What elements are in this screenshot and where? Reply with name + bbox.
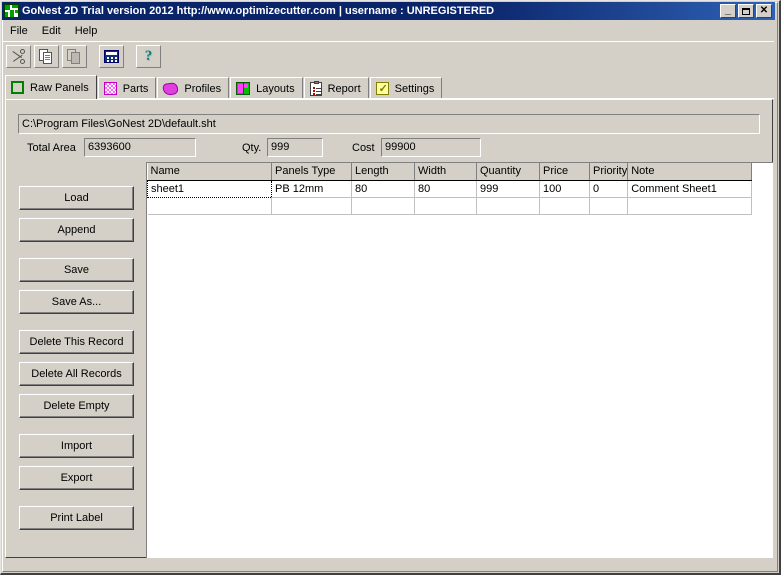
tab-report[interactable]: Report	[303, 77, 369, 99]
summary-row: Total Area 6393600 Qty. 999 Cost 99900	[18, 138, 760, 160]
yellow-checkbox-icon: ✓	[375, 82, 389, 95]
delete-all-records-button[interactable]: Delete All Records	[19, 362, 134, 386]
column-header-width[interactable]: Width	[414, 163, 477, 181]
qty-field[interactable]: 999	[267, 138, 323, 157]
title-bar[interactable]: GoNest 2D Trial version 2012 http://www.…	[2, 2, 775, 20]
column-header-priority[interactable]: Priority	[589, 163, 629, 181]
minimize-button[interactable]: _	[720, 4, 736, 18]
column-header-price[interactable]: Price	[539, 163, 590, 181]
tab-profiles[interactable]: Profiles	[157, 77, 230, 99]
tab-settings-label: Settings	[394, 82, 435, 95]
cell-panels-type[interactable]: PB 12mm	[271, 180, 352, 198]
tab-report-label: Report	[327, 82, 361, 95]
calculator-button[interactable]	[99, 44, 124, 68]
total-area-field[interactable]: 6393600	[84, 138, 196, 157]
load-button[interactable]: Load	[19, 186, 134, 210]
maximize-icon	[739, 5, 753, 17]
tab-raw-panels[interactable]: Raw Panels	[5, 75, 97, 99]
menu-item-file[interactable]: File	[3, 23, 35, 40]
tab-raw-panels-label: Raw Panels	[30, 81, 89, 94]
cell-panels-type[interactable]	[271, 197, 352, 215]
column-header-quantity[interactable]: Quantity	[476, 163, 540, 181]
scissors-icon	[11, 48, 26, 64]
tab-layouts-label: Layouts	[256, 82, 295, 95]
raw-panels-panel: C:\Program Files\GoNest 2D\default.sht T…	[5, 99, 773, 558]
close-icon: ✕	[759, 5, 769, 16]
save-as-button[interactable]: Save As...	[19, 290, 134, 314]
app-grid-icon	[4, 4, 19, 18]
maximize-button[interactable]	[738, 4, 754, 18]
raw-panels-grid[interactable]: Name Panels Type Length Width Quantity P…	[146, 162, 773, 558]
tab-bar: Raw Panels Parts Profiles Layouts Report	[5, 75, 774, 99]
column-header-length[interactable]: Length	[351, 163, 415, 181]
cell-length[interactable]	[351, 197, 415, 215]
copy-icon	[39, 48, 54, 64]
column-header-name[interactable]: Name	[147, 163, 272, 181]
menu-bar: File Edit Help	[3, 22, 774, 40]
clipboard-icon	[309, 80, 322, 96]
cell-priority[interactable]: 0	[589, 180, 629, 198]
delete-empty-button[interactable]: Delete Empty	[19, 394, 134, 418]
cell-width[interactable]	[414, 197, 477, 215]
cut-button[interactable]	[6, 44, 31, 68]
qty-label: Qty.	[242, 142, 262, 154]
menu-item-edit[interactable]: Edit	[35, 23, 68, 40]
magenta-blob-icon	[162, 81, 180, 96]
paste-icon	[67, 48, 82, 64]
menu-item-help[interactable]: Help	[68, 23, 105, 40]
table-row[interactable]	[147, 197, 753, 215]
cost-field[interactable]: 99900	[381, 138, 481, 157]
question-mark-icon: ?	[144, 47, 153, 64]
action-button-column: Load Append Save Save As... Delete This …	[6, 162, 146, 559]
calculator-icon	[104, 49, 119, 63]
column-header-panels-type[interactable]: Panels Type	[271, 163, 352, 181]
cell-note[interactable]	[627, 197, 753, 215]
cell-length[interactable]: 80	[351, 180, 415, 198]
tab-profiles-label: Profiles	[184, 82, 222, 95]
export-button[interactable]: Export	[19, 466, 134, 490]
window-controls: _ ✕	[720, 4, 773, 18]
magenta-checkered-square-icon	[103, 82, 117, 95]
toolbar: ?	[3, 41, 774, 70]
cell-width[interactable]: 80	[414, 180, 477, 198]
import-button[interactable]: Import	[19, 434, 134, 458]
cell-price[interactable]	[539, 197, 590, 215]
save-button[interactable]: Save	[19, 258, 134, 282]
cell-quantity[interactable]	[476, 197, 540, 215]
cell-name[interactable]	[147, 197, 272, 215]
copy-button[interactable]	[34, 44, 59, 68]
delete-this-record-button[interactable]: Delete This Record	[19, 330, 134, 354]
tab-layouts[interactable]: Layouts	[230, 77, 303, 99]
cell-priority[interactable]	[589, 197, 629, 215]
cell-quantity[interactable]: 999	[476, 180, 540, 198]
print-label-button[interactable]: Print Label	[19, 506, 134, 530]
total-area-label: Total Area	[27, 142, 76, 154]
tab-settings[interactable]: ✓ Settings	[369, 77, 443, 99]
minimize-icon: _	[724, 4, 732, 16]
paste-button[interactable]	[62, 44, 87, 68]
column-header-note[interactable]: Note	[627, 163, 753, 181]
window-title: GoNest 2D Trial version 2012 http://www.…	[22, 5, 495, 17]
application-window: GoNest 2D Trial version 2012 http://www.…	[0, 0, 781, 575]
append-button[interactable]: Append	[19, 218, 134, 242]
table-header-row: Name Panels Type Length Width Quantity P…	[147, 163, 753, 181]
table-row[interactable]: sheet1 PB 12mm 80 80 999 100 0 Comment S…	[147, 179, 753, 198]
close-button[interactable]: ✕	[756, 4, 772, 18]
cell-name[interactable]: sheet1	[147, 179, 272, 198]
layout-icon	[236, 82, 251, 95]
help-button[interactable]: ?	[136, 44, 161, 68]
panels-table: Name Panels Type Length Width Quantity P…	[147, 163, 753, 215]
file-path-field[interactable]: C:\Program Files\GoNest 2D\default.sht	[18, 114, 760, 134]
tab-parts[interactable]: Parts	[97, 77, 157, 99]
cost-label: Cost	[352, 142, 375, 154]
tab-parts-label: Parts	[122, 82, 149, 95]
green-square-icon	[11, 81, 24, 94]
cell-note[interactable]: Comment Sheet1	[627, 180, 753, 198]
cell-price[interactable]: 100	[539, 180, 590, 198]
